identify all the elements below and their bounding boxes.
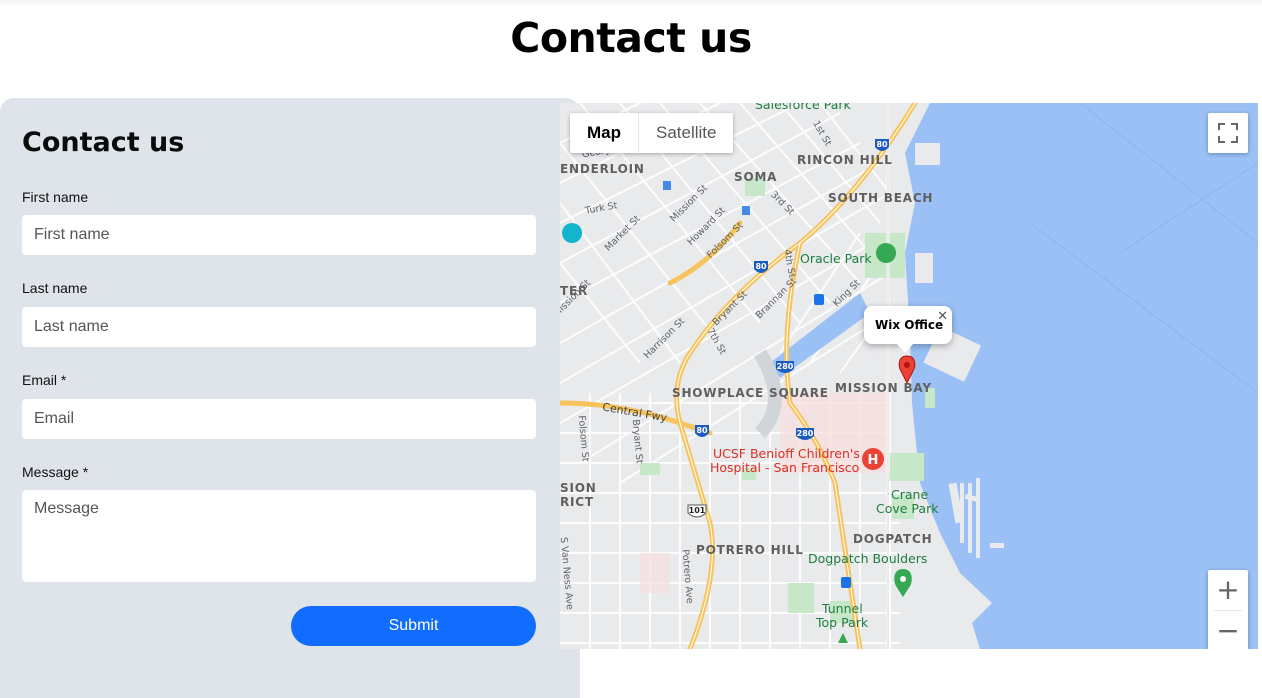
location-marker-icon[interactable]: [897, 355, 917, 385]
map-type-map-button[interactable]: Map: [570, 113, 639, 153]
map-label: DOGPATCH: [853, 532, 933, 546]
svg-text:80: 80: [696, 426, 708, 435]
info-window-tail: [896, 343, 914, 353]
marker-info-window: Wix Office ✕: [864, 306, 952, 344]
message-label: Message *: [22, 464, 89, 480]
map-label: Dogpatch Boulders: [808, 551, 928, 566]
map-label: Tunnel: [822, 601, 863, 616]
svg-text:280: 280: [797, 429, 814, 438]
svg-text:101: 101: [689, 506, 706, 515]
map-label: Oracle Park: [800, 251, 872, 266]
map-label: SOUTH BEACH: [828, 191, 934, 205]
submit-button[interactable]: Submit: [291, 606, 536, 646]
form-title: Contact us: [22, 127, 185, 158]
close-icon[interactable]: ✕: [937, 308, 948, 324]
map-type-control: Map Satellite: [570, 113, 734, 153]
fullscreen-icon: [1218, 123, 1238, 143]
last-name-field[interactable]: [22, 307, 536, 347]
map-label: Cove Park: [876, 501, 939, 516]
shield-80-a: 80: [876, 140, 888, 149]
email-label: Email *: [22, 372, 67, 388]
map-label: ENDERLOIN: [560, 162, 645, 176]
first-name-field[interactable]: [22, 215, 536, 255]
top-shadow: [0, 0, 1262, 6]
info-window-title: Wix Office: [875, 318, 944, 332]
map-label: Hospital - San Francisco: [710, 460, 860, 475]
page-title: Contact us: [510, 14, 752, 62]
svg-text:280: 280: [777, 362, 794, 371]
fullscreen-button[interactable]: [1208, 113, 1248, 153]
map-label: MISSION BAY: [835, 381, 932, 395]
email-field[interactable]: [22, 399, 536, 439]
map-type-satellite-button[interactable]: Satellite: [639, 113, 733, 153]
map[interactable]: H 80 80 80 280 280 101 Salesforce Park R…: [560, 103, 1258, 649]
zoom-control: + −: [1208, 570, 1248, 649]
map-label: UCSF Benioff Children's: [713, 446, 860, 461]
map-label: SION: [560, 481, 597, 495]
map-label: Top Park: [816, 615, 869, 630]
message-field[interactable]: [22, 490, 536, 582]
zoom-in-button[interactable]: +: [1208, 570, 1248, 610]
svg-text:H: H: [868, 453, 879, 468]
map-label: RICT: [560, 495, 594, 509]
last-name-label: Last name: [22, 280, 88, 296]
map-label: Crane: [891, 487, 929, 502]
map-label: SOMA: [734, 170, 778, 184]
map-label: RINCON HILL: [797, 153, 893, 167]
map-label: POTRERO HILL: [696, 543, 804, 557]
map-label: Salesforce Park: [755, 103, 851, 112]
map-label: SHOWPLACE SQUARE: [672, 386, 829, 400]
svg-text:80: 80: [755, 262, 767, 271]
zoom-out-button[interactable]: −: [1208, 611, 1248, 649]
first-name-label: First name: [22, 189, 89, 205]
